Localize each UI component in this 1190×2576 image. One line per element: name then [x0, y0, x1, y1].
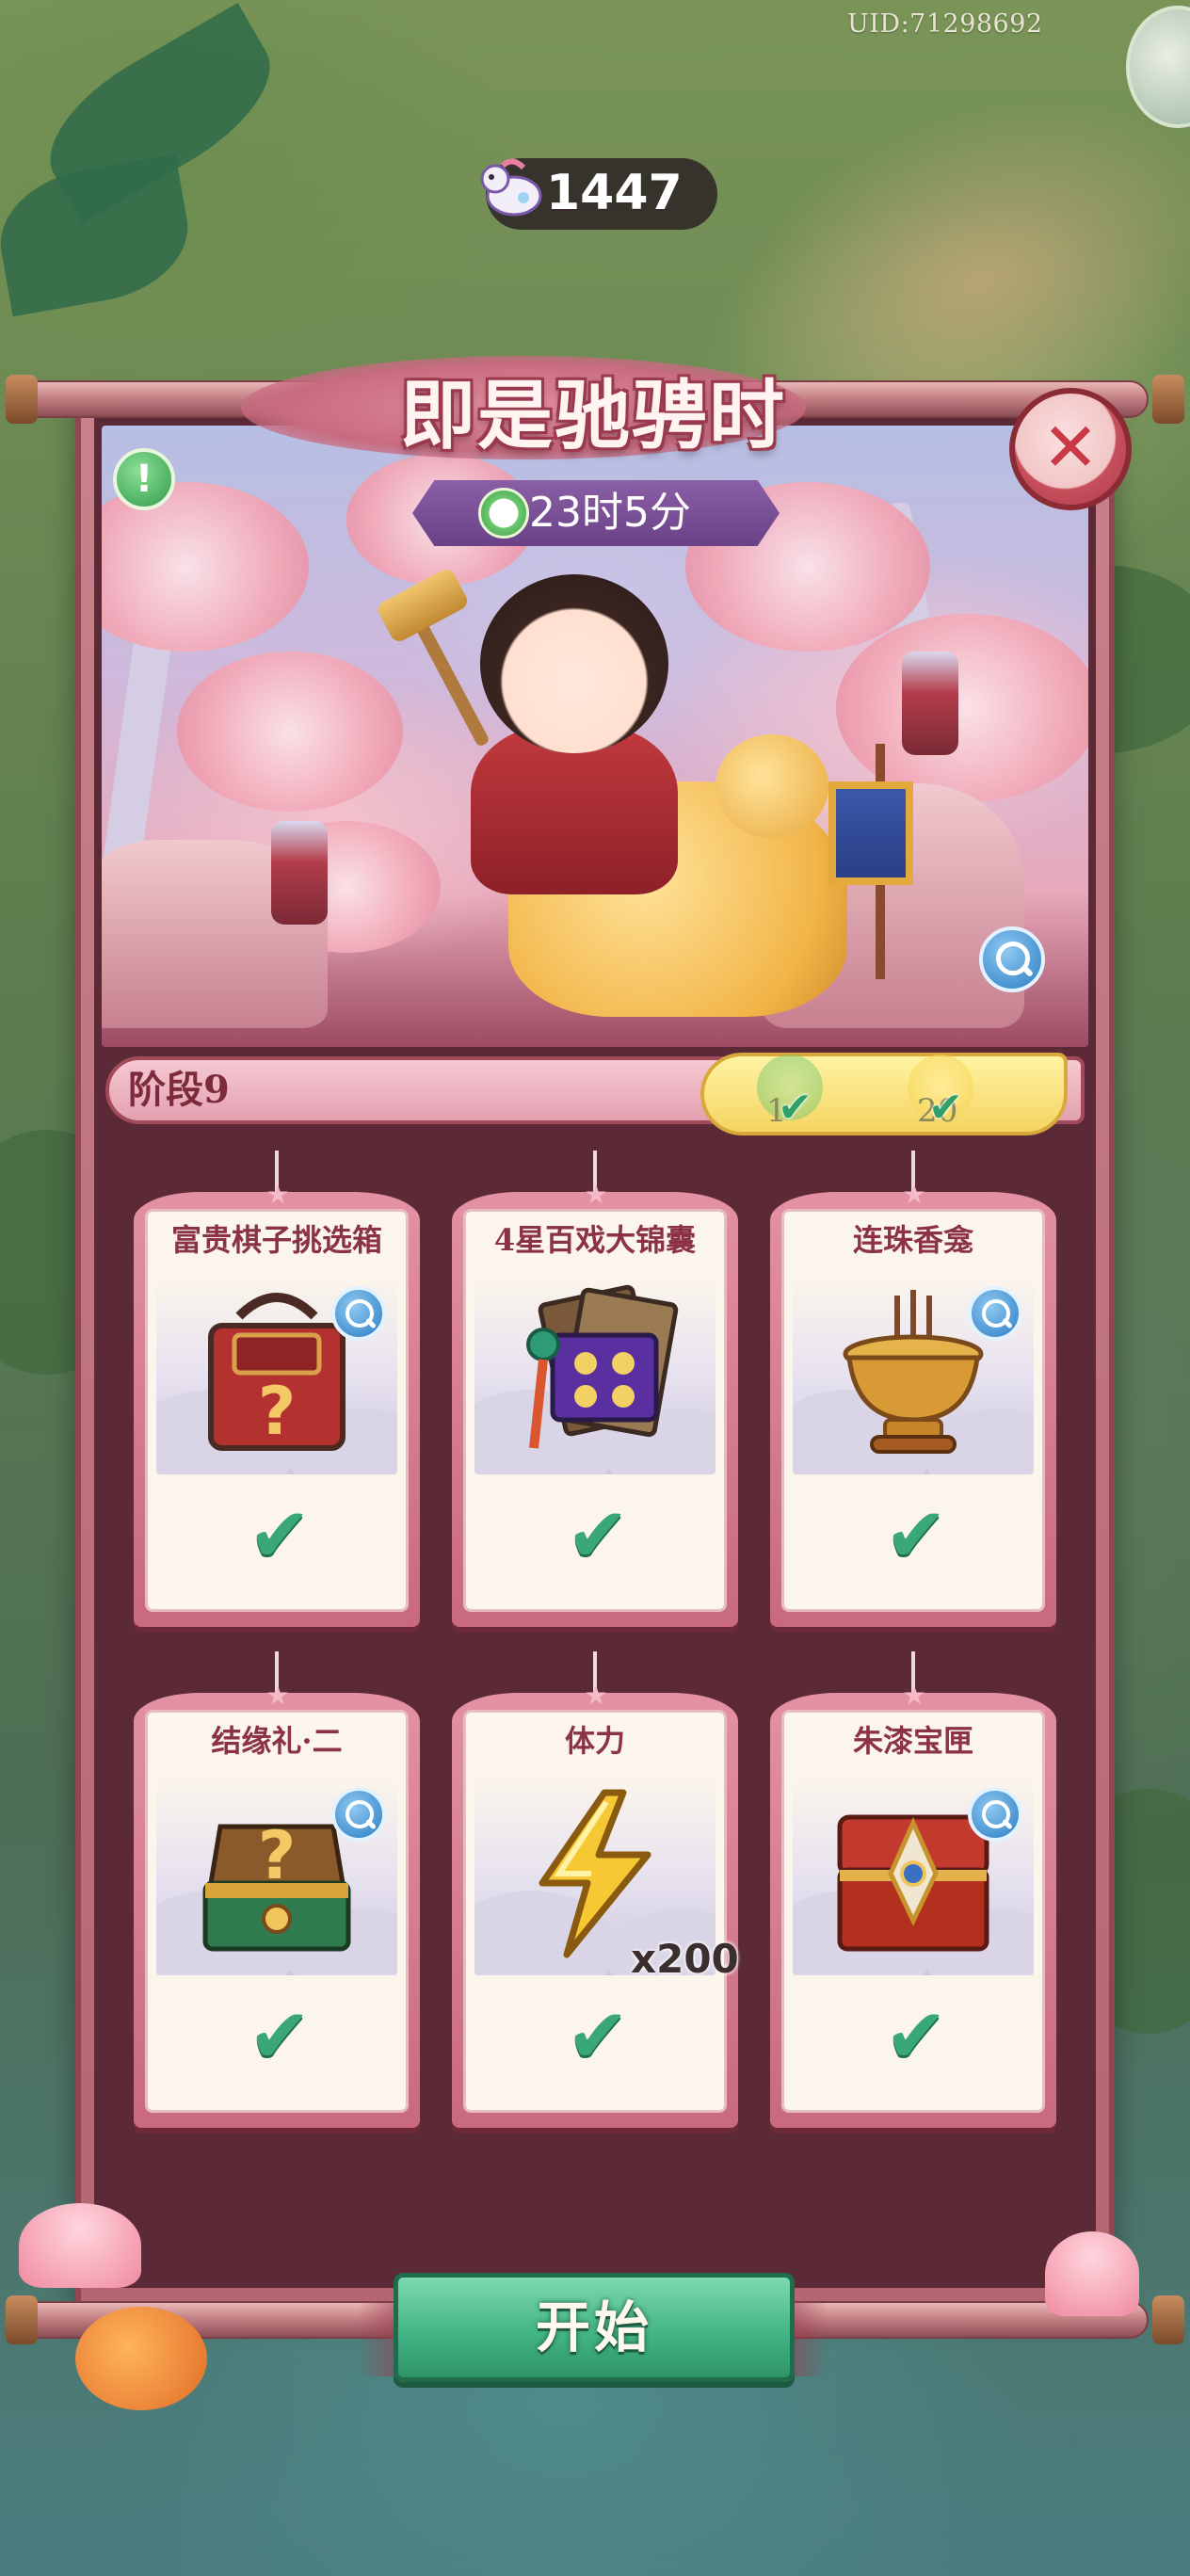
reward-name: 连珠香龛 [852, 1222, 973, 1258]
lotus-flower [1045, 2231, 1139, 2316]
claimed-check-icon: ✔ [884, 1491, 948, 1579]
event-title: 即是驰骋时 [400, 371, 786, 459]
reward-art [474, 1277, 716, 1474]
scroll-rod-cap [1152, 2295, 1184, 2344]
koi-fish [75, 2307, 207, 2410]
star-icon: ★ [265, 1179, 290, 1210]
stage-label: 阶段9 [128, 1068, 230, 1112]
reward-card[interactable]: ★ 体力 x200 ✔ [452, 1651, 739, 2128]
hero-zoom-button[interactable] [979, 926, 1045, 992]
event-timer-text: 23时5分 [529, 489, 691, 537]
claimed-check-icon: ✔ [248, 1992, 312, 2080]
star-icon: ★ [584, 1680, 608, 1711]
check-icon: ✔ [928, 1084, 963, 1132]
reward-zoom-button[interactable] [331, 1787, 386, 1842]
close-icon[interactable]: ✕ [1037, 413, 1103, 481]
star-icon: ★ [584, 1179, 608, 1210]
reward-card[interactable]: ★ 富贵棋子挑选箱 ? ✔ [134, 1151, 420, 1627]
pony-token-icon [480, 158, 542, 217]
timer-icon [478, 488, 529, 539]
milestone-progress [700, 1053, 1068, 1135]
reward-name: 4星百戏大锦囊 [493, 1222, 697, 1258]
banner-flag [828, 781, 913, 885]
reward-name: 朱漆宝匣 [852, 1723, 973, 1759]
uid-label: UID:71298692 [847, 9, 1043, 39]
scroll-rod-cap [6, 2295, 38, 2344]
claimed-check-icon: ✔ [566, 1491, 630, 1579]
golden-horse-head [716, 734, 828, 838]
reward-card[interactable]: ★ 4星百戏大锦囊 ✔ [452, 1151, 738, 1627]
start-button-label[interactable]: 开始 [394, 2277, 795, 2378]
check-icon: ✔ [778, 1084, 812, 1132]
currency-value: 1447 [546, 165, 683, 221]
svg-text:?: ? [258, 1373, 297, 1450]
star-icon: ★ [902, 1680, 926, 1711]
star-icon: ★ [265, 1680, 290, 1711]
banana-leaf [0, 153, 199, 317]
reward-name: 结缘礼·二 [211, 1723, 343, 1759]
reward-card[interactable]: ★ 结缘礼·二 ? ✔ [134, 1651, 420, 2128]
claimed-check-icon: ✔ [566, 1992, 630, 2080]
milestone-20[interactable]: 20 ✔ [908, 1055, 983, 1130]
purple-pouch-icon [526, 1284, 679, 1449]
scroll-rod-cap [1152, 375, 1184, 424]
stone-lantern [271, 821, 328, 925]
scroll-rod-cap [6, 375, 38, 424]
reward-card[interactable]: ★ 朱漆宝匣 ✔ [770, 1651, 1056, 2128]
reward-zoom-button[interactable] [968, 1787, 1022, 1842]
milestone-1[interactable]: 1 ✔ [757, 1055, 832, 1130]
reward-quantity: x200 [631, 1936, 739, 1982]
info-button[interactable]: ! [113, 448, 175, 510]
stone-lantern [902, 652, 958, 755]
reward-zoom-button[interactable] [331, 1286, 386, 1341]
blossom-cluster [836, 614, 1088, 802]
reward-card[interactable]: ★ 连珠香龛 ✔ [770, 1151, 1056, 1627]
lotus-flower [19, 2203, 141, 2288]
reward-name: 体力 [564, 1723, 625, 1759]
star-icon: ★ [902, 1179, 926, 1210]
character-head [480, 574, 668, 753]
blossom-cluster [177, 652, 403, 812]
reward-zoom-button[interactable] [968, 1286, 1022, 1341]
exclamation-icon: ! [135, 458, 153, 501]
claimed-check-icon: ✔ [248, 1491, 312, 1579]
reward-name: 富贵棋子挑选箱 [170, 1222, 382, 1258]
claimed-check-icon: ✔ [884, 1992, 948, 2080]
